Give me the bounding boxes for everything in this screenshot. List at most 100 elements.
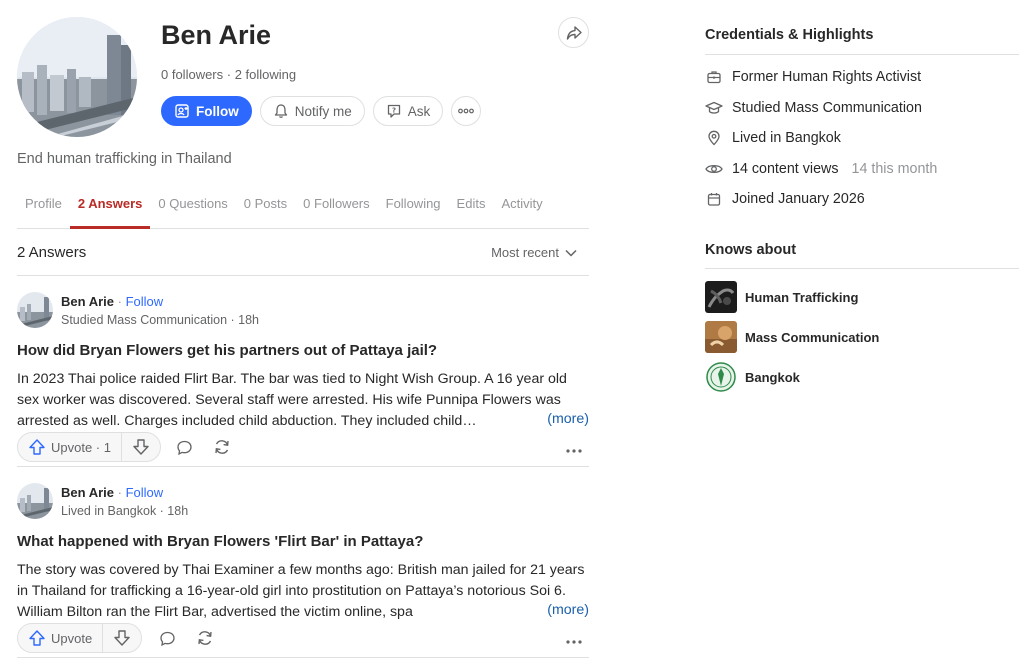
notify-button[interactable]: Notify me [259, 96, 365, 126]
author-dot: · [117, 485, 122, 500]
more-link[interactable]: (more) [527, 602, 589, 618]
author-avatar[interactable] [17, 292, 53, 328]
profile-actions: Follow Notify me ? Ask [161, 96, 482, 126]
author-name[interactable]: Ben Arie [61, 485, 114, 500]
more-options-button[interactable] [451, 96, 482, 126]
topic-thumbnail [705, 321, 737, 353]
tab-edits[interactable]: Edits [449, 186, 494, 229]
eye-icon [705, 160, 723, 178]
comment-button[interactable] [175, 438, 193, 456]
topic-thumbnail [705, 281, 737, 313]
upvote-arrow-icon [29, 439, 45, 455]
comment-button[interactable] [158, 629, 176, 647]
share-icon [566, 25, 582, 40]
tab-posts[interactable]: 0 Posts [236, 186, 295, 229]
upvote-button[interactable]: Upvote · 1 [18, 433, 122, 461]
svg-text:?: ? [392, 107, 396, 115]
topic-item[interactable]: Bangkok [705, 361, 800, 393]
answer-item: Ben Arie · Follow Studied Mass Communica… [17, 276, 589, 467]
author-follow-link[interactable]: Follow [126, 294, 164, 309]
share-button[interactable] [558, 17, 589, 48]
author-dot: · [117, 294, 122, 309]
comment-icon [159, 631, 175, 646]
sort-dropdown[interactable]: Most recent [491, 245, 577, 260]
reshare-icon [198, 631, 212, 645]
credential-text: Former Human Rights Activist [732, 69, 922, 85]
sort-label: Most recent [491, 245, 559, 260]
downvote-button[interactable] [122, 433, 160, 461]
credential-location: Lived in Bangkok [705, 127, 841, 149]
ask-label: Ask [407, 103, 431, 119]
profile-tagline: End human trafficking in Thailand [17, 151, 232, 167]
tab-answers[interactable]: 2 Answers [69, 186, 151, 229]
downvote-arrow-icon [133, 439, 149, 455]
overflow-dots-icon [566, 449, 582, 453]
question-title[interactable]: What happened with Bryan Flowers 'Flirt … [17, 533, 589, 550]
share-answer-button[interactable] [196, 629, 214, 647]
bell-icon [274, 104, 287, 118]
author-name[interactable]: Ben Arie [61, 294, 114, 309]
topic-item[interactable]: Human Trafficking [705, 281, 858, 313]
more-link[interactable]: (more) [527, 411, 589, 427]
follow-label: Follow [196, 103, 239, 119]
answer-overflow-button[interactable] [566, 437, 582, 458]
answer-actions: Upvote · 1 [17, 432, 589, 462]
comment-icon [176, 440, 192, 455]
tab-following[interactable]: Following [378, 186, 449, 229]
profile-avatar[interactable] [17, 17, 137, 137]
credential-education: Studied Mass Communication [705, 97, 922, 119]
author-credential: Lived in Bangkok · 18h [61, 504, 189, 518]
count-separator: · [223, 67, 235, 82]
topic-thumbnail [705, 361, 737, 393]
credential-text: Joined January 2026 [732, 191, 865, 207]
answers-header: 2 Answers Most recent [17, 229, 589, 276]
author-follow-link[interactable]: Follow [126, 485, 164, 500]
upvote-button[interactable]: Upvote [18, 624, 104, 652]
author-avatar[interactable] [17, 483, 53, 519]
credential-joined: Joined January 2026 [705, 188, 865, 210]
credential-employment: Former Human Rights Activist [705, 66, 921, 88]
upvote-label: Upvote [51, 630, 93, 646]
credential-text: 14 content views [732, 161, 839, 177]
answer-text[interactable]: In 2023 Thai police raided Flirt Bar. Th… [17, 369, 589, 432]
topic-item[interactable]: Mass Communication [705, 321, 879, 353]
tab-profile[interactable]: Profile [17, 186, 70, 229]
answer-author-line: Ben Arie · Follow [61, 485, 163, 500]
tab-activity[interactable]: Activity [493, 186, 550, 229]
topic-label: Bangkok [745, 369, 800, 385]
share-answer-button[interactable] [213, 438, 231, 456]
graduation-cap-icon [705, 99, 723, 117]
follow-counts: 0 followers · 2 following [161, 67, 296, 82]
follow-button[interactable]: Follow [161, 96, 252, 126]
downvote-button[interactable] [103, 624, 141, 652]
answer-author-line: Ben Arie · Follow [61, 294, 163, 309]
knows-divider [705, 268, 1019, 269]
reshare-icon [215, 440, 229, 454]
following-count[interactable]: 2 following [235, 67, 296, 82]
calendar-icon [705, 190, 723, 208]
downvote-arrow-icon [114, 630, 130, 646]
credential-subtext: 14 this month [851, 161, 938, 177]
tab-followers[interactable]: 0 Followers [295, 186, 377, 229]
vote-group: Upvote [17, 623, 143, 653]
credentials-title: Credentials & Highlights [705, 27, 874, 43]
credentials-divider [705, 54, 1019, 55]
vote-group: Upvote · 1 [17, 432, 161, 462]
location-pin-icon [705, 129, 723, 147]
tab-questions[interactable]: 0 Questions [150, 186, 235, 229]
followers-count[interactable]: 0 followers [161, 67, 223, 82]
answer-actions: Upvote [17, 623, 589, 653]
question-title[interactable]: How did Bryan Flowers get his partners o… [17, 342, 589, 359]
ask-button[interactable]: ? Ask [372, 96, 444, 126]
briefcase-icon [705, 68, 723, 86]
credential-text: Studied Mass Communication [732, 100, 922, 116]
chevron-down-icon [565, 249, 577, 257]
overflow-dots-icon [566, 640, 582, 644]
topic-label: Human Trafficking [745, 289, 859, 305]
notify-label: Notify me [294, 103, 352, 119]
answer-overflow-button[interactable] [566, 628, 582, 649]
knows-about-title: Knows about [705, 242, 797, 258]
author-credential: Studied Mass Communication · 18h [61, 313, 260, 327]
answer-text[interactable]: The story was covered by Thai Examiner a… [17, 560, 589, 623]
profile-name: Ben Arie [161, 20, 272, 50]
